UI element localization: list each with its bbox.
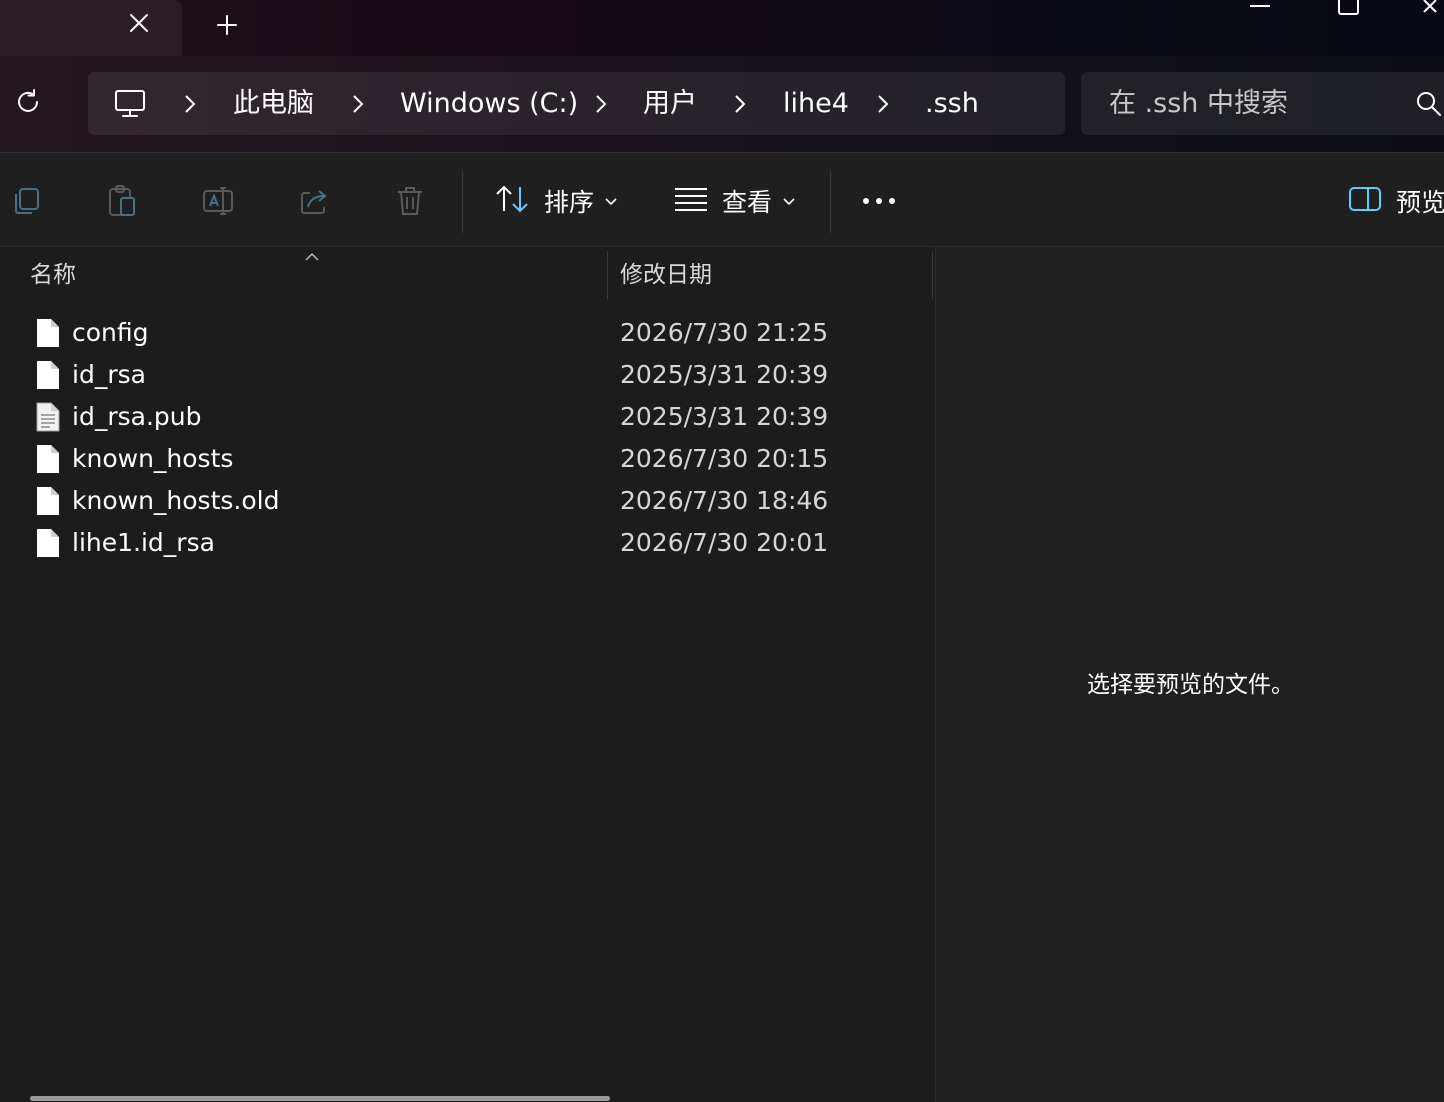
file-date: 2025/3/31 20:39 (620, 360, 829, 389)
tab-ssh[interactable] (0, 0, 182, 56)
command-bar: 排序 查看 预览 (0, 152, 1444, 247)
file-row[interactable]: id_rsa.pub 2025/3/31 20:39 (20, 396, 920, 438)
column-divider[interactable] (932, 251, 933, 299)
file-date: 2026/7/30 20:15 (620, 444, 829, 473)
search-icon[interactable] (1415, 90, 1443, 118)
blank-file-icon (36, 360, 60, 390)
sort-ascending-icon (304, 247, 320, 261)
window-close-icon[interactable] (1418, 0, 1444, 20)
more-options-button[interactable] (860, 179, 898, 223)
breadcrumb-item-windows-c[interactable]: Windows (C:) (400, 85, 578, 123)
file-name: config (72, 318, 149, 347)
file-name: id_rsa (72, 360, 146, 389)
file-row[interactable]: config 2026/7/30 21:25 (20, 312, 920, 354)
blank-file-icon (36, 528, 60, 558)
toolbar-divider (830, 171, 831, 233)
title-bar (0, 0, 1444, 56)
chevron-right-icon[interactable] (873, 92, 893, 116)
more-icon (860, 192, 898, 211)
sort-icon (494, 183, 530, 219)
chevron-down-icon (604, 192, 618, 211)
search-placeholder[interactable]: 在 .ssh 中搜索 (1109, 85, 1288, 123)
rename-icon[interactable] (198, 181, 238, 221)
file-name: lihe1.id_rsa (72, 528, 215, 557)
file-name: id_rsa.pub (72, 402, 202, 431)
computer-icon[interactable] (112, 86, 148, 122)
refresh-icon[interactable] (10, 84, 46, 120)
file-row[interactable]: known_hosts 2026/7/30 20:15 (20, 438, 920, 480)
close-icon[interactable] (122, 6, 156, 40)
paste-icon[interactable] (102, 181, 142, 221)
preview-pane-icon (1348, 186, 1382, 216)
sort-label: 排序 (544, 188, 595, 217)
preview-pane-button[interactable]: 预览 (1348, 179, 1444, 223)
sort-button[interactable]: 排序 (494, 179, 618, 223)
file-date: 2026/7/30 21:25 (620, 318, 829, 347)
chevron-right-icon[interactable] (348, 92, 368, 116)
breadcrumb-item-ssh[interactable]: .ssh (925, 85, 979, 123)
search-input[interactable]: 在 .ssh 中搜索 (1081, 72, 1444, 135)
breadcrumb-item-users[interactable]: 用户 (643, 85, 697, 123)
file-explorer-window: 此电脑 Windows (C:) 用户 lihe4 .ssh 在 .ssh 中搜… (0, 0, 1444, 1102)
minimize-icon[interactable] (1240, 0, 1280, 20)
copy-icon[interactable] (6, 181, 46, 221)
horizontal-scrollbar[interactable] (30, 1096, 610, 1101)
toolbar-divider (462, 171, 463, 233)
blank-file-icon (36, 486, 60, 516)
file-date: 2026/7/30 18:46 (620, 486, 829, 515)
file-name: known_hosts.old (72, 486, 280, 515)
view-icon (674, 186, 708, 216)
preview-label: 预览 (1396, 188, 1444, 217)
file-date: 2026/7/30 20:01 (620, 528, 829, 557)
chevron-right-icon[interactable] (180, 92, 200, 116)
blank-file-icon (36, 318, 60, 348)
column-header-name[interactable]: 名称 (30, 255, 76, 299)
share-icon[interactable] (294, 181, 334, 221)
blank-file-icon (36, 444, 60, 474)
breadcrumb-item-this-pc[interactable]: 此电脑 (233, 85, 314, 123)
file-list-pane: 名称 修改日期 config 2026/7/30 21:25 id_rsa 20… (0, 247, 935, 1102)
file-row[interactable]: lihe1.id_rsa 2026/7/30 20:01 (20, 522, 920, 564)
delete-icon[interactable] (390, 181, 430, 221)
column-header-date-modified[interactable]: 修改日期 (620, 255, 712, 299)
maximize-icon[interactable] (1330, 0, 1370, 20)
preview-empty-message: 选择要预览的文件。 (1087, 672, 1294, 698)
file-name: known_hosts (72, 444, 234, 473)
breadcrumb-item-lihe4[interactable]: lihe4 (783, 85, 849, 123)
file-row[interactable]: id_rsa 2025/3/31 20:39 (20, 354, 920, 396)
chevron-right-icon[interactable] (730, 92, 750, 116)
chevron-down-icon (782, 192, 796, 211)
view-label: 查看 (722, 188, 773, 217)
preview-pane: 选择要预览的文件。 (935, 247, 1444, 1102)
breadcrumb[interactable]: 此电脑 Windows (C:) 用户 lihe4 .ssh (88, 72, 1065, 135)
address-row: 此电脑 Windows (C:) 用户 lihe4 .ssh 在 .ssh 中搜… (0, 56, 1444, 152)
file-date: 2025/3/31 20:39 (620, 402, 829, 431)
plus-icon[interactable] (208, 8, 246, 42)
chevron-right-icon[interactable] (591, 92, 611, 116)
view-button[interactable]: 查看 (674, 179, 796, 223)
text-file-icon (36, 402, 60, 432)
file-row[interactable]: known_hosts.old 2026/7/30 18:46 (20, 480, 920, 522)
column-divider[interactable] (607, 251, 608, 299)
